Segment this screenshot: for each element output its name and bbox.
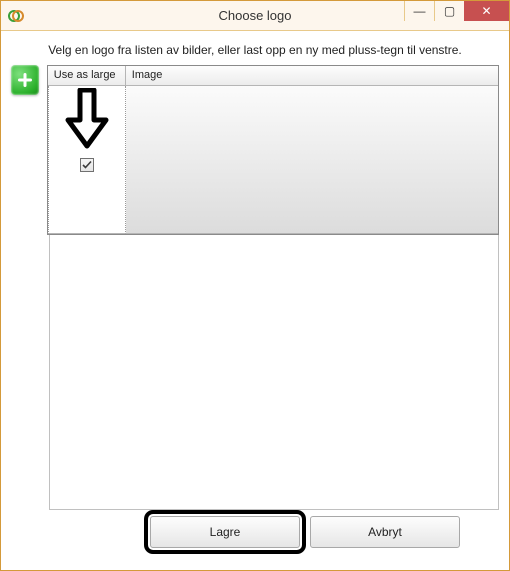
grid-header-row: Use as large Image: [48, 66, 498, 86]
annotation-arrow-icon: [63, 88, 111, 153]
minimize-button[interactable]: —: [404, 1, 434, 21]
upper-row: Use as large Image: [11, 65, 499, 235]
dialog-button-row: Lagre Avbryt: [11, 510, 499, 560]
instruction-text: Velg en logo fra listen av bilder, eller…: [11, 37, 499, 65]
titlebar: Choose logo — ▢ ✕: [1, 1, 509, 31]
checkmark-icon: [82, 160, 92, 170]
use-as-large-checkbox[interactable]: [80, 158, 94, 172]
add-logo-button[interactable]: [11, 65, 39, 95]
logo-grid: Use as large Image: [47, 65, 499, 235]
choose-logo-window: Choose logo — ▢ ✕ Velg en logo fra liste…: [0, 0, 510, 571]
dialog-content: Velg en logo fra listen av bilder, eller…: [1, 31, 509, 570]
maximize-button[interactable]: ▢: [434, 1, 464, 21]
column-header-use-as-large[interactable]: Use as large: [48, 66, 126, 86]
close-button[interactable]: ✕: [464, 1, 509, 21]
cancel-button[interactable]: Avbryt: [310, 516, 460, 548]
save-button[interactable]: Lagre: [150, 516, 300, 548]
cell-image: [126, 86, 498, 234]
cell-use-as-large: [48, 86, 126, 234]
lower-panel: [49, 235, 499, 510]
window-controls: — ▢ ✕: [404, 1, 509, 21]
plus-icon: [16, 71, 34, 89]
app-icon: [7, 7, 25, 25]
column-header-image[interactable]: Image: [126, 66, 498, 86]
table-row[interactable]: [48, 86, 498, 234]
